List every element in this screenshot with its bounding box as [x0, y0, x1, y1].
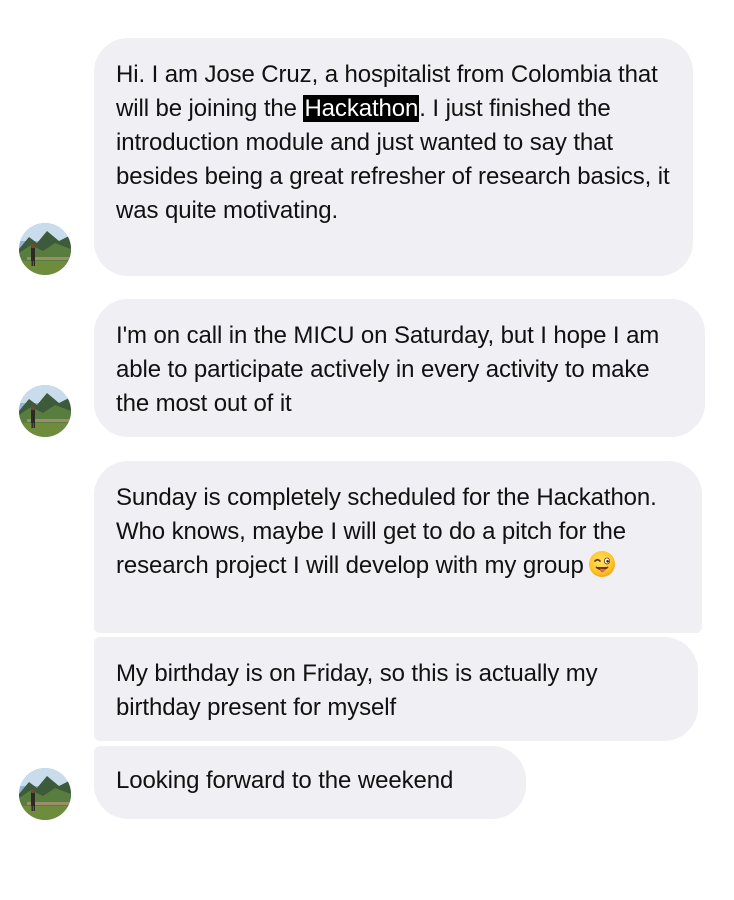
- message-bubble-2[interactable]: I'm on call in the MICU on Saturday, but…: [94, 299, 705, 437]
- landscape-photo-icon: [19, 385, 71, 437]
- message-bubble-5[interactable]: Looking forward to the weekend: [94, 746, 526, 819]
- message-bubble-1[interactable]: Hi. I am Jose Cruz, a hospitalist from C…: [94, 38, 693, 276]
- highlighted-search-term: Hackathon: [303, 95, 420, 122]
- message-text-4: My birthday is on Friday, so this is act…: [116, 660, 598, 721]
- message-bubble-4[interactable]: My birthday is on Friday, so this is act…: [94, 637, 698, 741]
- message-text-3: Sunday is completely scheduled for the H…: [116, 484, 657, 579]
- sender-avatar[interactable]: [19, 385, 71, 437]
- message-text-2: I'm on call in the MICU on Saturday, but…: [116, 322, 660, 417]
- landscape-photo-icon: [19, 223, 71, 275]
- winking-face-with-tongue-icon: [588, 550, 616, 578]
- message-bubble-3[interactable]: Sunday is completely scheduled for the H…: [94, 461, 702, 633]
- message-text-5: Looking forward to the weekend: [116, 767, 454, 794]
- message-text-1: Hi. I am Jose Cruz, a hospitalist from C…: [116, 58, 671, 228]
- message-text-3-wrap: Sunday is completely scheduled for the H…: [116, 481, 680, 583]
- landscape-photo-icon: [19, 768, 71, 820]
- sender-avatar[interactable]: [19, 768, 71, 820]
- sender-avatar[interactable]: [19, 223, 71, 275]
